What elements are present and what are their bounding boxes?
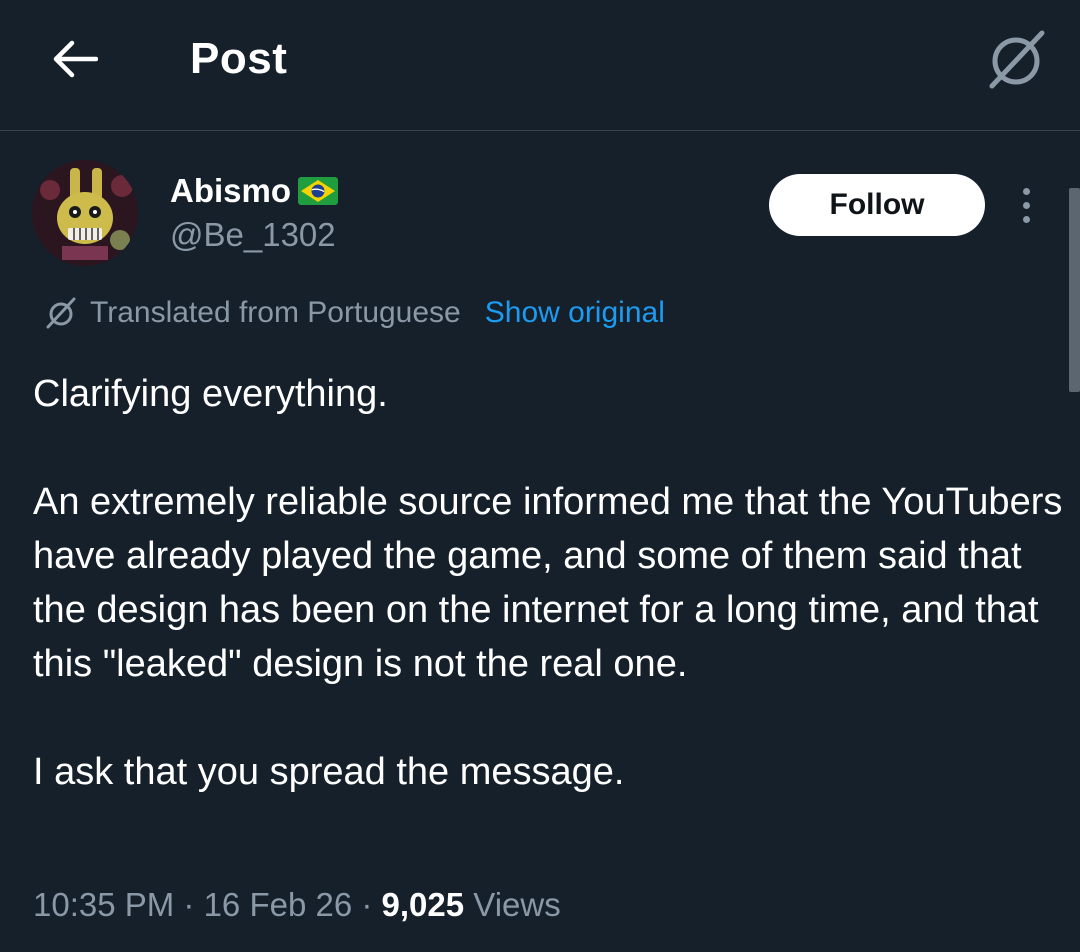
- post-date[interactable]: 16 Feb 26: [204, 886, 353, 923]
- more-dot-icon: [1022, 215, 1030, 223]
- author-name-text: Abismo: [170, 172, 292, 209]
- avatar-image: [32, 160, 138, 266]
- translate-button[interactable]: [982, 26, 1050, 94]
- arrow-left-icon: [53, 40, 98, 78]
- post-paragraph: An extremely reliable source informed me…: [33, 481, 1063, 685]
- post-paragraph: Clarifying everything.: [33, 373, 388, 415]
- translation-notice: Translated from Portuguese Show original: [44, 292, 665, 334]
- more-options-button[interactable]: [1008, 182, 1044, 228]
- translate-slash-icon: [989, 30, 1045, 89]
- views-label: Views: [464, 886, 561, 923]
- post-paragraph: I ask that you spread the message.: [33, 751, 625, 793]
- scrollbar[interactable]: [1069, 188, 1080, 392]
- brazil-flag-icon: [298, 177, 339, 205]
- author-name[interactable]: Abismo: [170, 172, 339, 210]
- post-page: Post Abismo @Be_1302 Follow Translated f…: [0, 0, 1080, 952]
- separator: ·: [174, 886, 204, 923]
- follow-button[interactable]: Follow: [769, 174, 985, 236]
- views-count: 9,025: [381, 886, 465, 923]
- separator: ·: [352, 886, 382, 923]
- page-title: Post: [190, 34, 288, 83]
- author-handle[interactable]: @Be_1302: [170, 216, 336, 254]
- post-time[interactable]: 10:35 PM: [33, 886, 174, 923]
- top-bar: Post: [0, 0, 1080, 131]
- post-text: Clarifying everything. An extremely reli…: [33, 367, 1063, 799]
- back-button[interactable]: [44, 28, 106, 90]
- more-dot-icon: [1022, 201, 1030, 209]
- more-dot-icon: [1022, 187, 1030, 195]
- show-original-link[interactable]: Show original: [485, 296, 665, 330]
- translate-slash-icon: [46, 297, 76, 329]
- avatar[interactable]: [32, 160, 138, 266]
- post-meta: 10:35 PM · 16 Feb 26 · 9,025 Views: [33, 886, 561, 924]
- translated-from-label: Translated from Portuguese: [90, 296, 461, 329]
